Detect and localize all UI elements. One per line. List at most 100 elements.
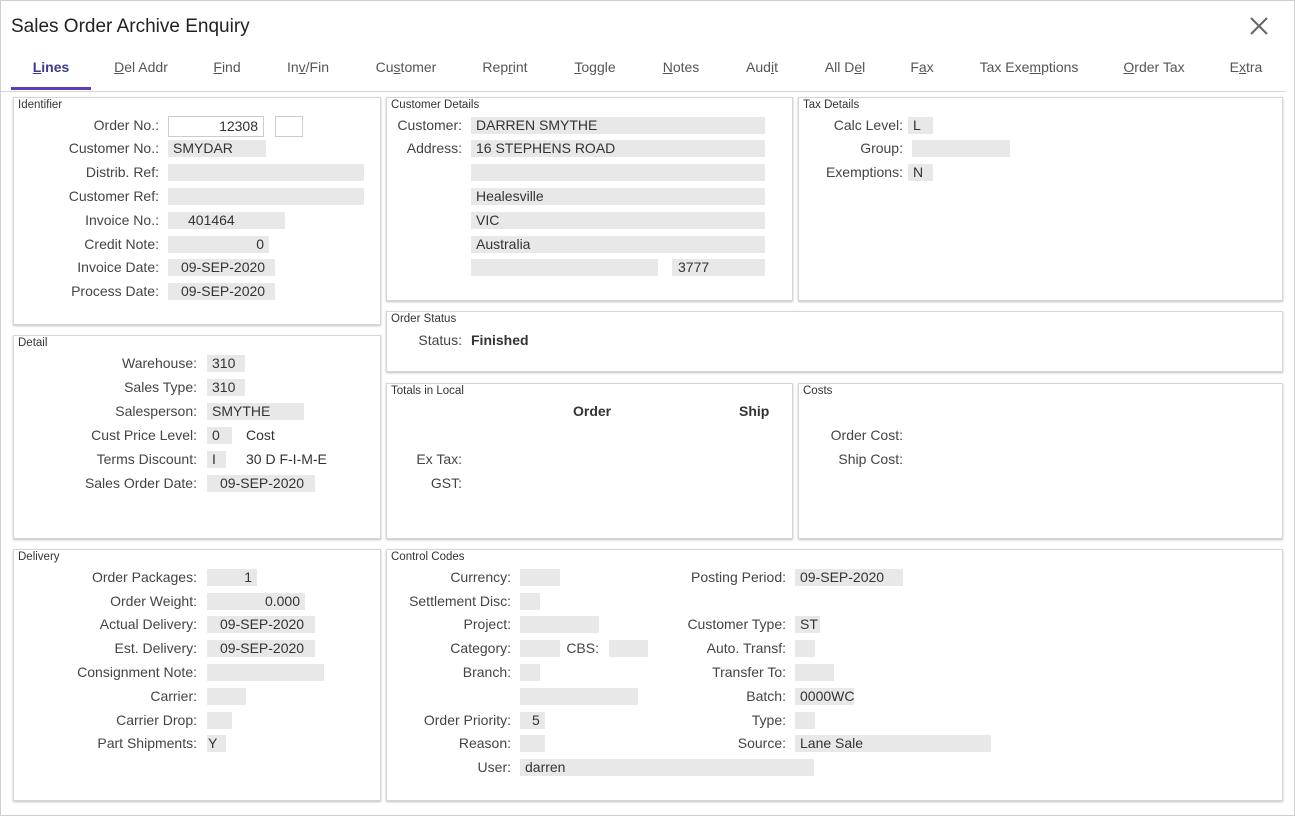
tab-del-addr[interactable]: Del Addr <box>114 59 168 75</box>
panel-title: Detail <box>18 337 48 349</box>
totals-panel: Totals in Local Order Ship Ex Tax: GST: <box>386 383 793 539</box>
tax-details-panel: Tax Details Calc Level: L Group: Exempti… <box>798 97 1283 301</box>
address-line-5: Australia <box>471 236 765 253</box>
customer-ref-label: Customer Ref: <box>68 188 159 204</box>
ship-cost-label: Ship Cost: <box>838 451 903 467</box>
terms-discount-value: I <box>207 451 226 468</box>
tab-find[interactable]: Find <box>213 59 240 75</box>
calc-level-label: Calc Level: <box>833 117 903 133</box>
customer-no-label: Customer No.: <box>68 140 159 156</box>
sales-order-archive-window: Sales Order Archive Enquiry Lines Del Ad… <box>0 0 1295 816</box>
order-packages-value: 1 <box>207 569 257 586</box>
tab-audit[interactable]: Audit <box>746 59 778 75</box>
identifier-panel: Identifier Order No.: 12308 Customer No.… <box>13 97 381 325</box>
posting-period-value: 09-SEP-2020 <box>795 569 903 586</box>
settlement-disc-value <box>520 593 540 610</box>
panel-title: Order Status <box>391 313 457 325</box>
category-label: Category: <box>450 640 511 656</box>
distrib-ref-label: Distrib. Ref: <box>85 164 159 180</box>
panel-title: Costs <box>803 385 833 397</box>
exemptions-label: Exemptions: <box>825 164 903 180</box>
reason-label: Reason: <box>458 735 511 751</box>
order-suffix-field[interactable] <box>275 116 303 137</box>
sales-order-date-value: 09-SEP-2020 <box>207 475 315 492</box>
batch-label: Batch: <box>746 688 786 704</box>
est-delivery-label: Est. Delivery: <box>114 640 197 656</box>
branch-value <box>520 664 540 681</box>
order-column-header: Order <box>573 403 612 419</box>
panel-title: Identifier <box>18 99 63 111</box>
salesperson-value: SMYTHE <box>207 403 304 420</box>
carrier-value <box>207 688 246 705</box>
panel-title: Totals in Local <box>391 385 464 397</box>
order-weight-label: Order Weight: <box>110 593 197 609</box>
tab-notes[interactable]: Notes <box>663 59 700 75</box>
terms-discount-label: Terms Discount: <box>96 451 197 467</box>
process-date-label: Process Date: <box>71 283 159 299</box>
auto-transf-value <box>795 640 815 657</box>
sales-order-date-label: Sales Order Date: <box>84 475 197 491</box>
tab-inv-fin[interactable]: Inv/Fin <box>287 59 329 75</box>
auto-transf-label: Auto. Transf: <box>706 640 786 656</box>
credit-note-label: Credit Note: <box>84 236 159 252</box>
address-line-1: 16 STEPHENS ROAD <box>471 140 765 157</box>
order-weight-value: 0.000 <box>207 593 305 610</box>
source-label: Source: <box>737 735 786 751</box>
group-value <box>912 140 1010 157</box>
customer-label: Customer: <box>397 117 462 133</box>
settlement-disc-label: Settlement Disc: <box>409 593 511 609</box>
branch-label: Branch: <box>462 664 511 680</box>
consignment-note-label: Consignment Note: <box>77 664 197 680</box>
branch-desc-value <box>520 688 638 705</box>
gst-label: GST: <box>430 475 462 491</box>
order-packages-label: Order Packages: <box>91 569 197 585</box>
actual-delivery-value: 09-SEP-2020 <box>207 616 315 633</box>
tab-extra[interactable]: Extra <box>1230 59 1263 75</box>
customer-type-value: ST <box>795 616 820 633</box>
tab-order-tax[interactable]: Order Tax <box>1123 59 1184 75</box>
user-value: darren <box>520 759 814 776</box>
tab-tax-exemptions[interactable]: Tax Exemptions <box>980 59 1079 75</box>
order-no-field[interactable]: 12308 <box>168 116 264 137</box>
panel-title: Customer Details <box>391 99 480 111</box>
type-label: Type: <box>751 712 786 728</box>
address-line-2 <box>471 164 765 181</box>
cbs-label: CBS: <box>566 640 599 656</box>
active-tab-indicator <box>11 87 91 90</box>
invoice-no-label: Invoice No.: <box>85 212 159 228</box>
user-label: User: <box>477 759 511 775</box>
customer-details-panel: Customer Details Customer: DARREN SMYTHE… <box>386 97 793 301</box>
panel-title: Delivery <box>18 551 60 563</box>
tab-customer[interactable]: Customer <box>376 59 437 75</box>
currency-value <box>520 569 560 586</box>
tab-reprint[interactable]: Reprint <box>482 59 527 75</box>
tab-lines[interactable]: Lines <box>33 59 70 75</box>
invoice-date-value: 09-SEP-2020 <box>168 259 275 276</box>
posting-period-label: Posting Period: <box>691 569 786 585</box>
status-label: Status: <box>418 332 462 348</box>
costs-panel: Costs Order Cost: Ship Cost: <box>798 383 1283 539</box>
part-shipments-value: Y <box>207 735 226 752</box>
tab-bar: Lines Del Addr Find Inv/Fin Customer Rep… <box>1 53 1286 92</box>
process-date-value: 09-SEP-2020 <box>168 283 275 300</box>
address-line-4: VIC <box>471 212 765 229</box>
customer-type-label: Customer Type: <box>687 616 786 632</box>
cbs-value <box>609 640 648 657</box>
close-icon[interactable] <box>1248 15 1270 37</box>
panel-title: Tax Details <box>803 99 860 111</box>
actual-delivery-label: Actual Delivery: <box>99 616 197 632</box>
est-delivery-value: 09-SEP-2020 <box>207 640 315 657</box>
sales-type-label: Sales Type: <box>124 379 197 395</box>
tab-toggle[interactable]: Toggle <box>574 59 615 75</box>
address-label: Address: <box>406 140 462 156</box>
postcode-value: 3777 <box>672 259 765 276</box>
control-codes-panel: Control Codes Currency: Settlement Disc:… <box>386 549 1283 801</box>
tab-all-del[interactable]: All Del <box>825 59 865 75</box>
project-label: Project: <box>463 616 511 632</box>
address-line-3: Healesville <box>471 188 765 205</box>
credit-note-value: 0 <box>168 236 269 253</box>
carrier-drop-label: Carrier Drop: <box>116 712 197 728</box>
tab-fax[interactable]: Fax <box>910 59 933 75</box>
order-status-panel: Order Status Status: Finished <box>386 311 1283 372</box>
group-label: Group: <box>860 140 903 156</box>
